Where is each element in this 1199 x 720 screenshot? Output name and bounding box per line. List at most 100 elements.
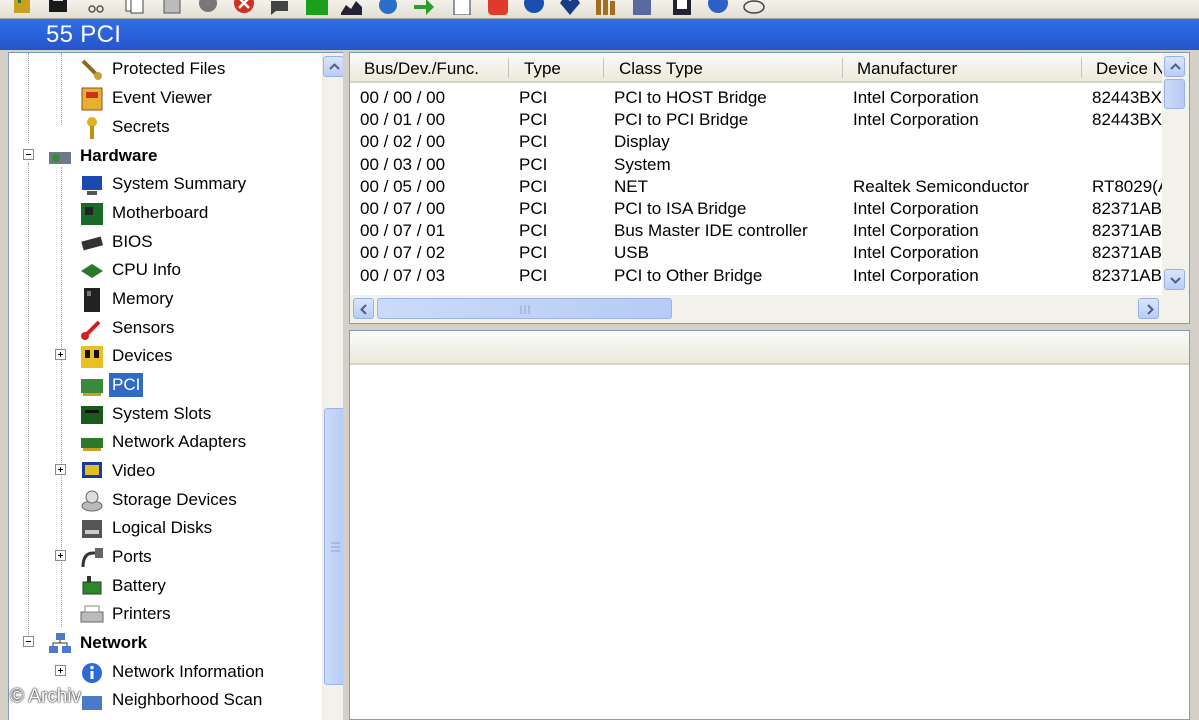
chip-icon <box>79 230 105 256</box>
help-icon[interactable] <box>706 0 730 15</box>
scroll-right-button[interactable] <box>1138 298 1159 319</box>
tree-item-label: Memory <box>112 289 174 308</box>
globe-icon[interactable] <box>376 0 400 15</box>
expand-ports-toggle[interactable] <box>55 550 66 561</box>
printer-icon <box>79 602 105 628</box>
event-viewer-icon <box>79 86 105 112</box>
table-row[interactable]: 00 / 07 / 03 PCI PCI to Other Bridge Int… <box>350 265 1162 287</box>
table-row[interactable]: 00 / 07 / 02 PCI USB Intel Corporation 8… <box>350 242 1162 264</box>
heart-icon[interactable] <box>558 0 582 15</box>
table-row[interactable]: 00 / 05 / 00 PCI NET Realtek Semiconduct… <box>350 176 1162 198</box>
tree-item-label: Network <box>80 633 148 652</box>
bars-icon[interactable] <box>594 0 618 15</box>
monitor-icon <box>79 172 105 198</box>
list-vertical-scrollbar[interactable] <box>1162 53 1189 295</box>
tree-item-label: Protected Files <box>112 59 226 78</box>
document-icon[interactable] <box>450 0 474 16</box>
pci-icon <box>79 373 105 399</box>
tree-item-label: BIOS <box>112 232 153 251</box>
cell-manufacturer: Intel Corporation <box>853 199 979 218</box>
cell-type: PCI <box>519 243 548 262</box>
cut-icon[interactable] <box>84 0 108 15</box>
pci-device-list[interactable]: Bus/Dev./Func. Type Class Type Manufactu… <box>349 52 1190 324</box>
column-header-class-type[interactable]: Class Type <box>619 59 703 79</box>
collapse-hardware-toggle[interactable] <box>23 149 34 160</box>
column-separator[interactable] <box>842 58 843 78</box>
tree-item-label: Motherboard <box>112 203 209 222</box>
save-icon[interactable] <box>46 0 70 15</box>
cell-type: PCI <box>519 199 548 218</box>
paste-icon[interactable] <box>160 0 184 15</box>
scroll-thumb[interactable] <box>377 298 672 319</box>
eye-icon[interactable] <box>742 0 766 15</box>
tree-guide-line <box>28 163 29 643</box>
copy-icon[interactable] <box>122 0 146 15</box>
table-row[interactable]: 00 / 03 / 00 PCI System <box>350 154 1162 176</box>
cell-bus: 00 / 05 / 00 <box>360 177 446 196</box>
window-title: 55 PCI <box>46 21 122 48</box>
tree-item-label: Sensors <box>112 318 175 337</box>
cell-type: PCI <box>519 266 548 285</box>
column-header-manufacturer[interactable]: Manufacturer <box>857 59 957 79</box>
tree-item-label: Printers <box>112 604 171 623</box>
expand-video-toggle[interactable] <box>55 464 66 475</box>
column-separator[interactable] <box>603 58 604 78</box>
table-row[interactable]: 00 / 02 / 00 PCI Display <box>350 131 1162 153</box>
table-row[interactable]: 00 / 07 / 00 PCI PCI to ISA Bridge Intel… <box>350 198 1162 220</box>
navigation-tree[interactable]: Protected Files Event Viewer Secrets Har… <box>8 52 343 720</box>
tree-item-label: System Summary <box>112 174 247 193</box>
chart-icon[interactable] <box>340 0 364 15</box>
column-separator[interactable] <box>1081 58 1082 78</box>
cell-class-type: Bus Master IDE controller <box>614 221 808 240</box>
scroll-thumb[interactable] <box>1164 79 1185 109</box>
scroll-left-button[interactable] <box>353 298 374 319</box>
scroll-up-button[interactable] <box>323 56 343 77</box>
cell-bus: 00 / 01 / 00 <box>360 110 446 129</box>
devices-icon <box>79 344 105 370</box>
tree-item-label: Storage Devices <box>112 490 237 509</box>
scroll-up-button[interactable] <box>1164 56 1185 77</box>
expand-network-information-toggle[interactable] <box>55 665 66 676</box>
tree-vertical-scrollbar[interactable] <box>322 53 343 720</box>
scroll-thumb[interactable] <box>324 408 343 685</box>
column-separator[interactable] <box>508 58 509 78</box>
column-header-device-name[interactable]: Device N <box>1096 59 1165 79</box>
stop-icon[interactable] <box>232 0 256 15</box>
cpu-icon <box>79 258 105 284</box>
scroll-down-button[interactable] <box>1164 269 1185 290</box>
table-row[interactable]: 00 / 07 / 01 PCI Bus Master IDE controll… <box>350 220 1162 242</box>
table-row[interactable]: 00 / 01 / 00 PCI PCI to PCI Bridge Intel… <box>350 109 1162 131</box>
cell-class-type: NET <box>614 177 648 196</box>
cell-class-type: PCI to HOST Bridge <box>614 88 767 107</box>
list-horizontal-scrollbar[interactable] <box>350 295 1189 323</box>
arrow-icon[interactable] <box>412 0 436 15</box>
collapse-network-toggle[interactable] <box>23 636 34 647</box>
green-block-icon[interactable] <box>304 0 328 15</box>
column-header-bus[interactable]: Bus/Dev./Func. <box>364 59 479 79</box>
network-icon <box>47 631 73 657</box>
cell-bus: 00 / 07 / 02 <box>360 243 446 262</box>
expand-devices-toggle[interactable] <box>55 349 66 360</box>
cell-manufacturer: Intel Corporation <box>853 243 979 262</box>
battery-icon <box>79 574 105 600</box>
cell-manufacturer: Intel Corporation <box>853 110 979 129</box>
table-row[interactable]: 00 / 00 / 00 PCI PCI to HOST Bridge Inte… <box>350 87 1162 109</box>
column-header-type[interactable]: Type <box>524 59 561 79</box>
ports-icon <box>79 545 105 571</box>
tree-item-label: Battery <box>112 576 166 595</box>
details-panel <box>349 330 1190 720</box>
report-icon[interactable] <box>630 0 654 15</box>
red-badge-icon[interactable] <box>486 0 510 15</box>
shield-icon[interactable] <box>522 0 546 15</box>
cell-bus: 00 / 07 / 03 <box>360 266 446 285</box>
comment-icon[interactable] <box>268 0 292 15</box>
tree-item-label: System Slots <box>112 404 212 423</box>
tree-guide-line <box>61 53 62 125</box>
toolbar-icon-1[interactable] <box>10 0 34 15</box>
neighborhood-icon <box>79 688 105 714</box>
cell-class-type: PCI to Other Bridge <box>614 266 763 285</box>
info-icon <box>79 660 105 686</box>
export-icon[interactable] <box>670 0 694 15</box>
tree-item-label: CPU Info <box>112 260 181 279</box>
database-icon[interactable] <box>196 0 220 15</box>
